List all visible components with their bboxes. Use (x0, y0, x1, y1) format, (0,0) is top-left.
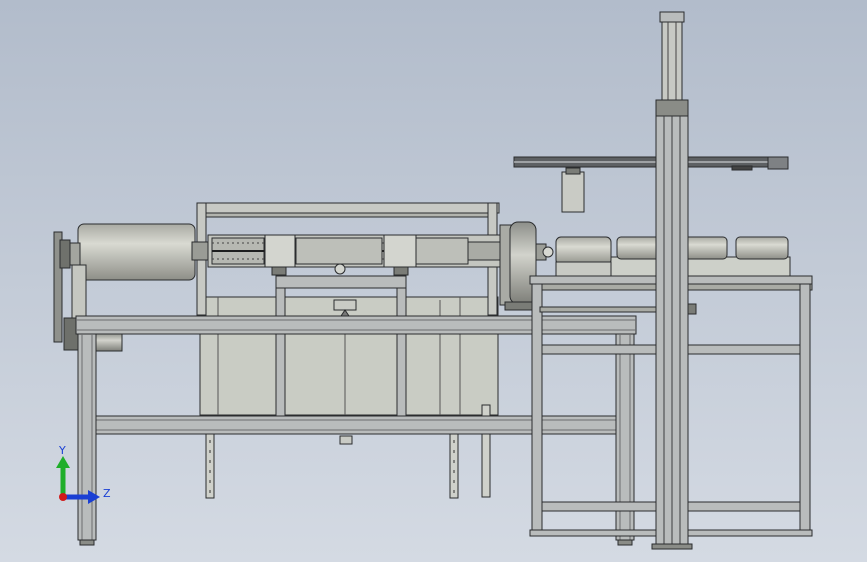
rear-panel (199, 296, 499, 416)
cad-viewport[interactable]: Y Z (0, 0, 867, 562)
machine-assembly (53, 11, 813, 550)
carriage-right (383, 234, 417, 268)
spindle-motor (499, 221, 554, 311)
cad-scene[interactable]: Y Z (0, 0, 867, 562)
gripper-block (561, 171, 585, 213)
y-axis-arrowhead (56, 456, 70, 468)
x-axis-dot (59, 493, 67, 501)
z-axis-label: Z (103, 487, 111, 500)
main-roller (77, 223, 196, 281)
carriage-left (264, 234, 296, 268)
linear-module (207, 234, 501, 276)
overhead-beam (513, 156, 789, 213)
y-axis-label: Y (58, 444, 66, 457)
